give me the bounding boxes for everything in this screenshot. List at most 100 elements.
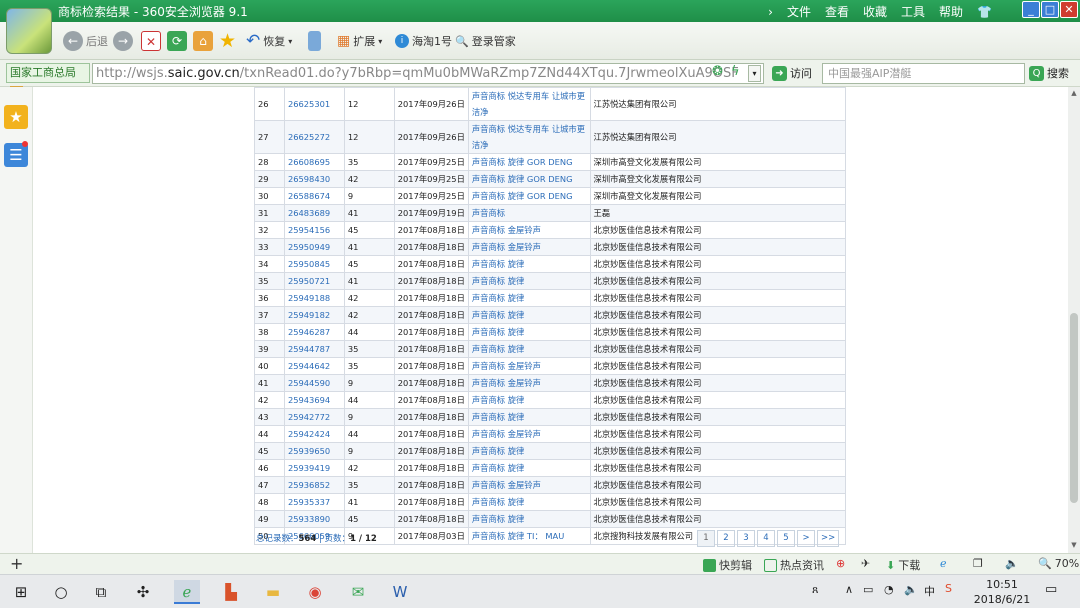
tray-expand-icon[interactable]: ∧ [845,583,853,596]
windows-start-icon[interactable]: ⊞ [8,580,34,604]
trademark-name-link[interactable]: 声音商标 金屋铃声 [467,374,591,392]
stop-button[interactable]: ✕ [141,29,161,53]
pdf-app-icon[interactable]: ▙ [218,580,244,604]
url-input[interactable]: http://wsjs.saic.gov.cn/txnRead01.do?y7b… [92,63,764,84]
trademark-name-link[interactable]: 声音商标 旋律 [467,289,591,307]
reload-icon[interactable]: ❂ [712,64,723,79]
registration-number-link[interactable]: 25936852 [283,476,345,494]
download-button[interactable]: ⬇ 下载 [886,557,920,573]
page-button-5[interactable]: 5 [777,530,795,547]
people-icon[interactable]: ጸ [812,583,818,597]
trademark-name-link[interactable]: 声音商标 旋律 [467,340,591,358]
browser-360-icon[interactable]: ℯ [174,580,200,604]
registration-number-link[interactable]: 25939650 [283,442,345,460]
browser-logo[interactable] [6,8,52,54]
trademark-name-link[interactable]: 声音商标 旋律 [467,306,591,324]
folder-icon[interactable]: ▬ [260,580,286,604]
window-icon[interactable]: ❐ [973,557,983,570]
trademark-name-link[interactable]: 声音商标 悦达专用车 让城市更洁净 [467,87,591,121]
notification-icon[interactable]: ▭ [1045,582,1057,597]
registration-number-link[interactable]: 25949182 [283,306,345,324]
forward-button[interactable]: → [113,29,133,53]
menu-help[interactable]: 帮助 [939,3,963,20]
search-input[interactable]: 中国最强AIP潜艇 [822,63,1025,84]
registration-number-link[interactable]: 25944787 [283,340,345,358]
trademark-name-link[interactable]: 声音商标 旋律 [467,408,591,426]
registration-number-link[interactable]: 26588674 [283,187,345,205]
trademark-name-link[interactable]: 声音商标 旋律 GOR DENG [467,153,591,171]
scroll-down-icon[interactable]: ▼ [1068,541,1080,551]
registration-number-link[interactable]: 25939419 [283,459,345,477]
vertical-scrollbar[interactable]: ▲ ▼ [1068,87,1080,553]
registration-number-link[interactable]: 25954156 [283,221,345,239]
ime-indicator[interactable]: 中 [924,583,935,599]
lightning-icon[interactable]: ϟ [731,64,740,79]
trademark-name-link[interactable]: 声音商标 旋律 [467,272,591,290]
page-button-3[interactable]: 3 [737,530,755,547]
registration-number-link[interactable]: 25950721 [283,272,345,290]
menu-view[interactable]: 查看 [825,3,849,20]
refresh-button[interactable]: ⟳ [167,29,187,53]
extend-button[interactable]: ▦ 扩展 ▾ [337,29,382,53]
menu-file[interactable]: 文件 [787,3,811,20]
trademark-name-link[interactable]: 声音商标 旋律 [467,510,591,528]
trademark-name-link[interactable]: 声音商标 旋律 [467,493,591,511]
page-button-2[interactable]: 2 [717,530,735,547]
cortana-icon[interactable]: ○ [48,580,74,604]
trademark-name-link[interactable]: 声音商标 旋律 [467,442,591,460]
login-button[interactable]: 🔍 登录管家 [455,29,516,53]
ie-icon[interactable]: ℯ [940,557,947,570]
trademark-name-link[interactable]: 声音商标 金屋铃声 [467,221,591,239]
volume-icon[interactable]: 🔈 [904,583,918,596]
trademark-name-link[interactable]: 声音商标 旋律 [467,391,591,409]
clock[interactable]: 10:51 2018/6/21 [968,577,1036,607]
registration-number-link[interactable]: 26625301 [283,87,345,121]
hotnews-button[interactable]: 热点资讯 [764,557,824,573]
battery-icon[interactable]: ▭ [863,583,873,596]
registration-number-link[interactable]: 25942424 [283,425,345,443]
trademark-name-link[interactable]: 声音商标 金屋铃声 [467,238,591,256]
favorite-button[interactable]: ★ [219,29,236,53]
kuaijianji-button[interactable]: 快剪辑 [703,557,752,573]
close-button[interactable]: ✕ [1060,1,1078,18]
trademark-name-link[interactable]: 声音商标 旋律 GOR DENG [467,187,591,205]
menu-favorites[interactable]: 收藏 [863,3,887,20]
trademark-name-link[interactable]: 声音商标 悦达专用车 让城市更洁净 [467,120,591,154]
haitao-button[interactable]: i 海淘1号 [395,29,452,53]
speaker-icon[interactable]: 🔈 [1005,557,1019,570]
registration-number-link[interactable]: 25933890 [283,510,345,528]
page-button-4[interactable]: 4 [757,530,775,547]
zoom-control[interactable]: 🔍 70% [1038,557,1079,570]
sogou-icon[interactable]: S [945,582,952,595]
registration-number-link[interactable]: 25944590 [283,374,345,392]
trademark-name-link[interactable]: 声音商标 金屋铃声 [467,425,591,443]
target-icon[interactable]: ⊕ [836,557,845,570]
registration-number-link[interactable]: 25950845 [283,255,345,273]
registration-number-link[interactable]: 26625272 [283,120,345,154]
trademark-name-link[interactable]: 声音商标 旋律 [467,255,591,273]
dropdown-icon[interactable]: ▾ [748,65,761,82]
back-button[interactable]: ← 后退 [63,29,108,53]
add-icon[interactable]: + [10,554,23,573]
skin-icon[interactable]: 👕 [977,5,992,19]
trademark-name-link[interactable]: 声音商标 [467,204,591,222]
wifi-icon[interactable]: ◔ [884,583,894,596]
pin-icon[interactable]: ✈ [861,557,870,570]
registration-number-link[interactable]: 25949188 [283,289,345,307]
restore-button[interactable]: ↶ 恢复 ▾ [246,29,292,53]
trademark-name-link[interactable]: 声音商标 旋律 GOR DENG [467,170,591,188]
registration-number-link[interactable]: 25950949 [283,238,345,256]
scroll-thumb[interactable] [1070,313,1078,503]
page-button-1[interactable]: 1 [697,530,715,547]
chrome-icon[interactable]: ◉ [302,580,328,604]
search-button[interactable]: Q 搜索 [1029,65,1069,81]
registration-number-link[interactable]: 26483689 [283,204,345,222]
trademark-name-link[interactable]: 声音商标 金屋铃声 [467,357,591,375]
maximize-button[interactable]: □ [1041,1,1059,18]
registration-number-link[interactable]: 25935337 [283,493,345,511]
task-view-icon[interactable]: ⧉ [88,580,114,604]
mobile-button[interactable] [308,29,321,53]
trademark-name-link[interactable]: 声音商标 旋律 [467,459,591,477]
word-icon[interactable]: W [387,580,413,604]
pinwheel-app-icon[interactable]: ✣ [130,580,156,604]
